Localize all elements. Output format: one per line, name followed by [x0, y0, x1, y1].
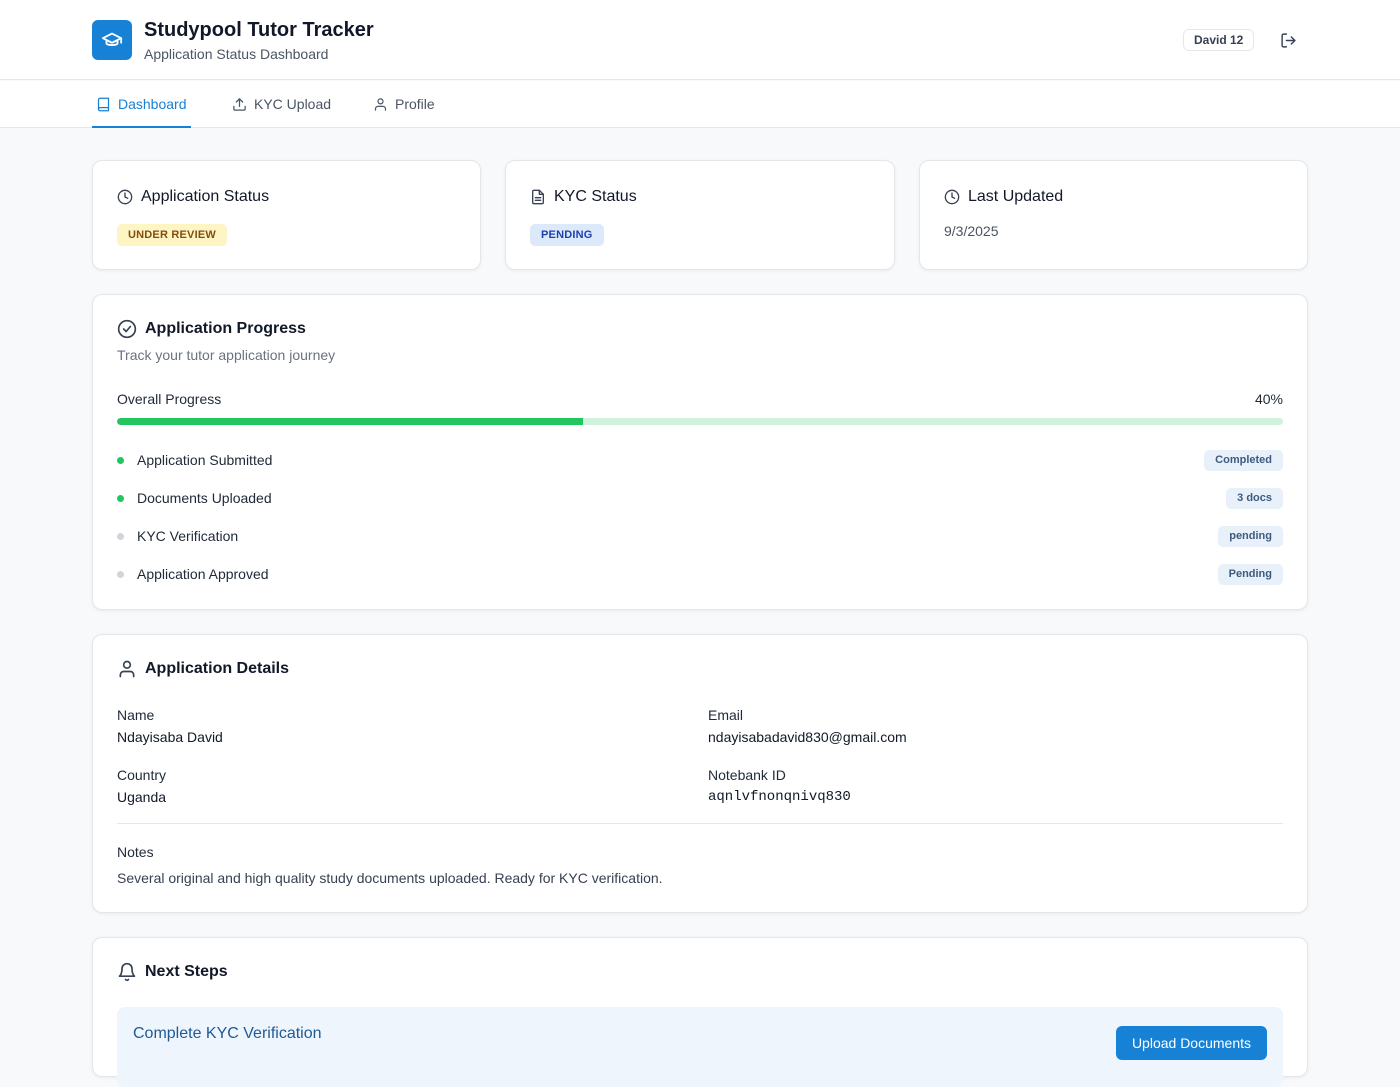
step-label: Application Approved — [137, 566, 269, 582]
application-progress-card: Application Progress Track your tutor ap… — [92, 294, 1308, 610]
tab-bar: Dashboard KYC Upload Profile — [0, 81, 1400, 128]
status-badge: UNDER REVIEW — [117, 224, 227, 246]
application-details-card: Application Details Name Ndayisaba David… — [92, 634, 1308, 913]
book-icon — [97, 97, 110, 111]
card-title: Application Progress — [117, 319, 306, 339]
logout-button[interactable] — [1278, 30, 1298, 50]
step-status: Pending — [1217, 563, 1283, 585]
user-badge: David 12 — [1183, 29, 1255, 51]
app-title: Studypool Tutor Tracker — [144, 19, 374, 41]
progress-percent: 40% — [1254, 391, 1283, 407]
tab-profile[interactable]: Profile — [373, 81, 435, 127]
kyc-status-card: KYC Status PENDING — [505, 160, 895, 270]
progress-step: KYC Verification pending — [117, 525, 1283, 547]
notebank-label: Notebank ID — [708, 767, 786, 783]
upload-icon — [233, 97, 246, 111]
overall-progress-label: Overall Progress — [117, 391, 222, 407]
progress-step: Application Submitted Completed — [117, 449, 1283, 471]
next-steps-card: Next Steps Complete KYC Verification Upl… — [92, 937, 1308, 1087]
next-step-title: Complete KYC Verification — [133, 1025, 322, 1042]
step-label: Application Submitted — [137, 452, 273, 468]
step-label: KYC Verification — [137, 528, 239, 544]
card-title: Application Details — [117, 659, 289, 679]
tab-label: KYC Upload — [254, 96, 332, 112]
user-icon — [374, 97, 387, 111]
notes-value: Several original and high quality study … — [117, 870, 663, 886]
tab-label: Dashboard — [118, 96, 187, 112]
check-circle-icon — [117, 319, 137, 339]
country-value: Uganda — [117, 789, 167, 805]
progress-bar — [117, 418, 1283, 425]
logout-icon — [1280, 32, 1296, 48]
step-status: Completed — [1204, 449, 1283, 471]
divider — [117, 823, 1283, 824]
step-status: 3 docs — [1226, 487, 1283, 509]
progress-fill — [117, 418, 584, 425]
card-title: Last Updated — [944, 188, 1063, 206]
email-label: Email — [708, 707, 744, 723]
step-dot — [117, 456, 124, 464]
tab-kyc-upload[interactable]: KYC Upload — [232, 81, 331, 127]
tab-label: Profile — [395, 96, 435, 112]
bell-icon — [118, 962, 136, 982]
country-label: Country — [117, 767, 167, 783]
kyc-badge: PENDING — [530, 224, 604, 246]
application-status-card: Application Status UNDER REVIEW — [92, 160, 481, 270]
card-title: KYC Status — [530, 188, 637, 206]
email-value: ndayisabadavid830@gmail.com — [708, 729, 907, 745]
step-label: Documents Uploaded — [137, 490, 272, 506]
step-status: pending — [1218, 525, 1283, 547]
card-title: Application Status — [117, 188, 269, 206]
last-updated-date: 9/3/2025 — [944, 223, 999, 239]
progress-step: Application Approved Pending — [117, 563, 1283, 585]
step-dot — [117, 532, 124, 540]
clock-icon — [117, 189, 133, 205]
user-icon — [119, 660, 135, 678]
card-subtitle: Track your tutor application journey — [117, 347, 336, 363]
app-header: Studypool Tutor Tracker Application Stat… — [0, 0, 1400, 80]
progress-step: Documents Uploaded 3 docs — [117, 487, 1283, 509]
card-title: Next Steps — [117, 962, 228, 982]
document-icon — [532, 189, 544, 205]
notebank-id-value: aqnlvfnonqnivq830 — [708, 789, 851, 805]
tab-dashboard[interactable]: Dashboard — [92, 81, 191, 128]
last-updated-card: Last Updated 9/3/2025 — [919, 160, 1308, 270]
next-step-item: Complete KYC Verification Upload Documen… — [117, 1007, 1283, 1087]
step-dot — [117, 570, 124, 578]
graduation-cap-icon — [92, 20, 132, 60]
notes-label: Notes — [117, 844, 154, 860]
step-dot — [117, 494, 124, 502]
name-label: Name — [117, 707, 155, 723]
app-subtitle: Application Status Dashboard — [144, 46, 329, 62]
name-value: Ndayisaba David — [117, 729, 223, 745]
upload-documents-button[interactable]: Upload Documents — [1115, 1026, 1267, 1060]
clock-icon — [944, 189, 960, 205]
